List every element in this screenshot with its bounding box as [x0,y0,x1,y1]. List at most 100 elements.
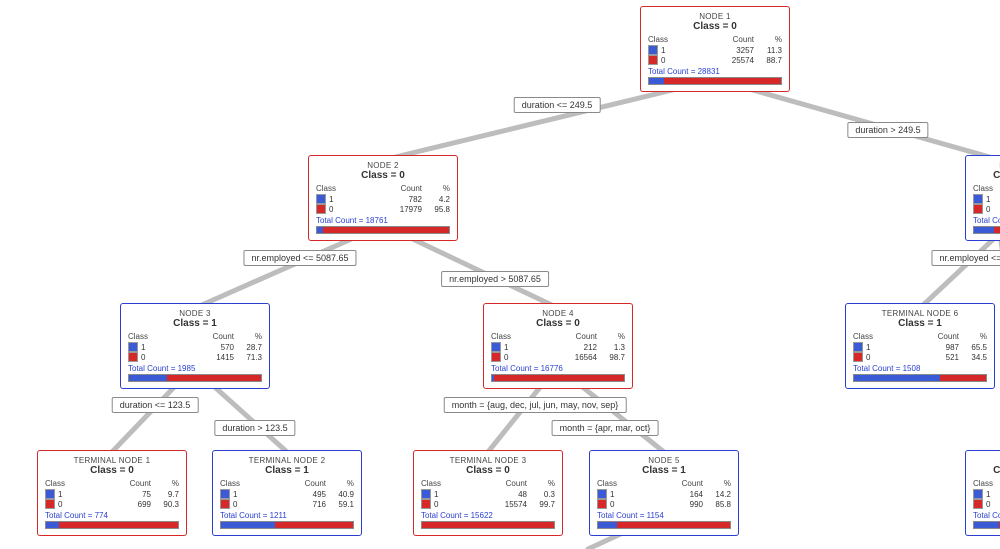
swatch-red-icon [648,55,658,65]
node-class: Class = 1 [128,318,262,329]
node-title: TERMINAL NODE 3 [421,456,555,465]
distribution-bar [853,374,987,382]
distribution-bar [973,226,1000,234]
terminal-node-2[interactable]: TERMINAL NODE 2 Class = 1 ClassCount% 14… [212,450,362,536]
swatch-blue-icon [316,194,326,204]
class-row: 099085.8 [597,499,731,509]
node-2[interactable]: NODE 2 Class = 0 ClassCount% 17824.2 017… [308,155,458,241]
split-nremployed-le: nr.employed <= 5087.65 [243,250,356,266]
class-row: 01656498.7 [491,352,625,362]
class-row: 116414.2 [597,489,731,499]
swatch-red-icon [45,499,55,509]
swatch-blue-icon [491,342,501,352]
class-row: 17824.2 [316,194,450,204]
node-6[interactable]: NODE 6 Class = 1 Class 1 0 Total Count =… [965,155,1000,241]
swatch-blue-icon [853,342,863,352]
total-count: Total Count = 5262 [973,511,1000,520]
split-duration-le: duration <= 249.5 [514,97,601,113]
distribution-bar [648,77,782,85]
node-title: TERMINAL NODE 2 [220,456,354,465]
split-nremployed-gt: nr.employed > 5087.65 [441,271,549,287]
node-class: Class = 0 [421,465,555,476]
total-count: Total Count = 16776 [491,364,625,373]
node-title: NODE 6 [973,161,1000,170]
class-row: 01557499.7 [421,499,555,509]
swatch-red-icon [973,499,983,509]
node-class: Class = 0 [45,465,179,476]
swatch-red-icon [128,352,138,362]
class-row: 12121.3 [491,342,625,352]
terminal-node-6[interactable]: TERMINAL NODE 6 Class = 1 ClassCount% 19… [845,303,995,389]
class-row: 1 [973,489,1000,499]
node-3[interactable]: NODE 3 Class = 1 ClassCount% 157028.7 01… [120,303,270,389]
node-title: NODE 3 [128,309,262,318]
swatch-blue-icon [973,194,983,204]
swatch-blue-icon [648,45,658,55]
node-class: Class = 1 [597,465,731,476]
node-5[interactable]: NODE 5 Class = 1 ClassCount% 116414.2 09… [589,450,739,536]
class-row: 0141571.3 [128,352,262,362]
swatch-red-icon [316,204,326,214]
class-row: 02557488.7 [648,55,782,65]
split-month-set1: month = {aug, dec, jul, jun, may, nov, s… [444,397,627,413]
distribution-bar [973,521,1000,529]
class-row: 0 [973,499,1000,509]
split-month-set2: month = {apr, mar, oct} [552,420,659,436]
class-row: 0 [973,204,1000,214]
swatch-blue-icon [128,342,138,352]
node-header: ClassCount% [648,35,782,44]
node-4[interactable]: NODE 4 Class = 0 ClassCount% 12121.3 016… [483,303,633,389]
class-row: 198765.5 [853,342,987,352]
node-class: Class = 1 [853,318,987,329]
class-row: 1759.7 [45,489,179,499]
node-class: Class = 1 [220,465,354,476]
total-count: Total Count = 1508 [853,364,987,373]
distribution-bar [316,226,450,234]
node-right-clipped[interactable]: NODE Class = 1 Class 1 0 Total Count = 5… [965,450,1000,536]
node-title: NODE 5 [597,456,731,465]
swatch-blue-icon [421,489,431,499]
node-title: NODE 2 [316,161,450,170]
node-class: Class = 1 [973,465,1000,476]
node-class: Class = 0 [491,318,625,329]
swatch-red-icon [853,352,863,362]
class-row: 157028.7 [128,342,262,352]
class-row: 069990.3 [45,499,179,509]
swatch-blue-icon [973,489,983,499]
terminal-node-1[interactable]: TERMINAL NODE 1 Class = 0 ClassCount% 17… [37,450,187,536]
distribution-bar [491,374,625,382]
swatch-blue-icon [597,489,607,499]
total-count: Total Count = 10070 [973,216,1000,225]
swatch-blue-icon [220,489,230,499]
total-count: Total Count = 774 [45,511,179,520]
node-1[interactable]: NODE 1 Class = 0 ClassCount% 1325711.3 0… [640,6,790,92]
class-row: 052134.5 [853,352,987,362]
swatch-red-icon [421,499,431,509]
class-row: 1325711.3 [648,45,782,55]
node-class: Class = 1 [973,170,1000,181]
distribution-bar [45,521,179,529]
class-row: 1480.3 [421,489,555,499]
distribution-bar [421,521,555,529]
decision-tree-canvas[interactable]: duration <= 249.5 duration > 249.5 nr.em… [0,0,1000,549]
node-class: Class = 0 [316,170,450,181]
split-duration-le-123: duration <= 123.5 [112,397,199,413]
terminal-node-3[interactable]: TERMINAL NODE 3 Class = 0 ClassCount% 14… [413,450,563,536]
total-count: Total Count = 1985 [128,364,262,373]
total-count: Total Count = 18761 [316,216,450,225]
distribution-bar [128,374,262,382]
distribution-bar [220,521,354,529]
node-title: TERMINAL NODE 6 [853,309,987,318]
node-title: NODE 1 [648,12,782,21]
swatch-red-icon [973,204,983,214]
total-count: Total Count = 1211 [220,511,354,520]
swatch-red-icon [597,499,607,509]
swatch-blue-icon [45,489,55,499]
split-duration-gt-123: duration > 123.5 [214,420,295,436]
split-duration-gt: duration > 249.5 [847,122,928,138]
distribution-bar [597,521,731,529]
class-row: 1 [973,194,1000,204]
class-row: 071659.1 [220,499,354,509]
node-class: Class = 0 [648,21,782,32]
class-row: 149540.9 [220,489,354,499]
